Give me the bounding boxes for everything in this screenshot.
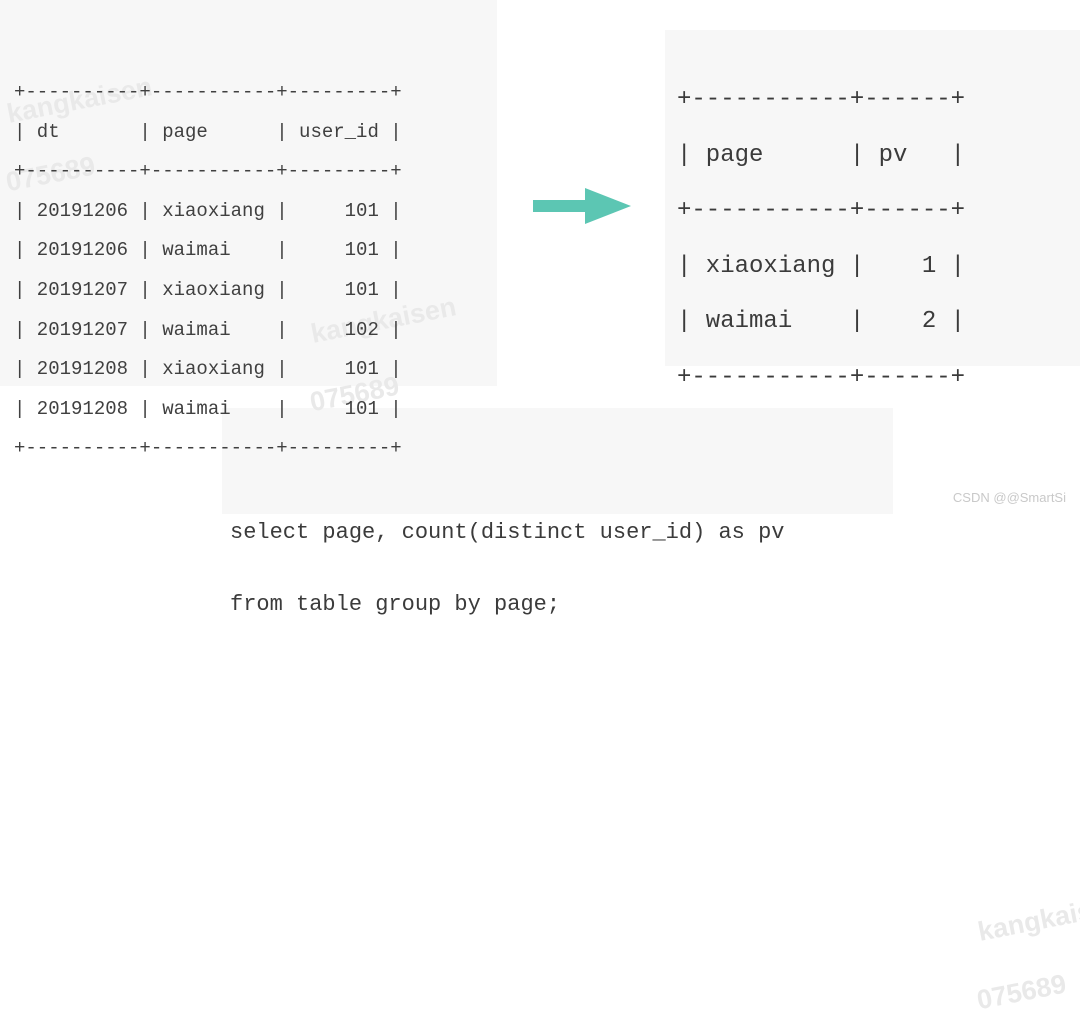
result-table-ascii: +-----------+------+ | page | pv | +----… — [677, 86, 966, 391]
csdn-credit: CSDN @@SmartSi — [952, 490, 1066, 505]
transform-arrow-icon — [533, 186, 631, 226]
sql-line-1: select page, count(distinct user_id) as … — [230, 520, 785, 545]
watermark-author-text: kangkaisen — [975, 889, 1080, 947]
sql-line-2: from table group by page; — [230, 592, 561, 617]
watermark-id-text: 075689 — [974, 968, 1069, 1016]
result-table-panel: +-----------+------+ | page | pv | +----… — [665, 30, 1080, 391]
source-table-ascii: +----------+-----------+---------+ | dt … — [14, 81, 402, 460]
watermark-author: kangkaisen 075689 — [939, 855, 1080, 1028]
sql-query-text: select page, count(distinct user_id) as … — [222, 462, 893, 659]
source-table-panel: kangkaisen 075689 kangkaisen 075689 +---… — [0, 0, 497, 459]
